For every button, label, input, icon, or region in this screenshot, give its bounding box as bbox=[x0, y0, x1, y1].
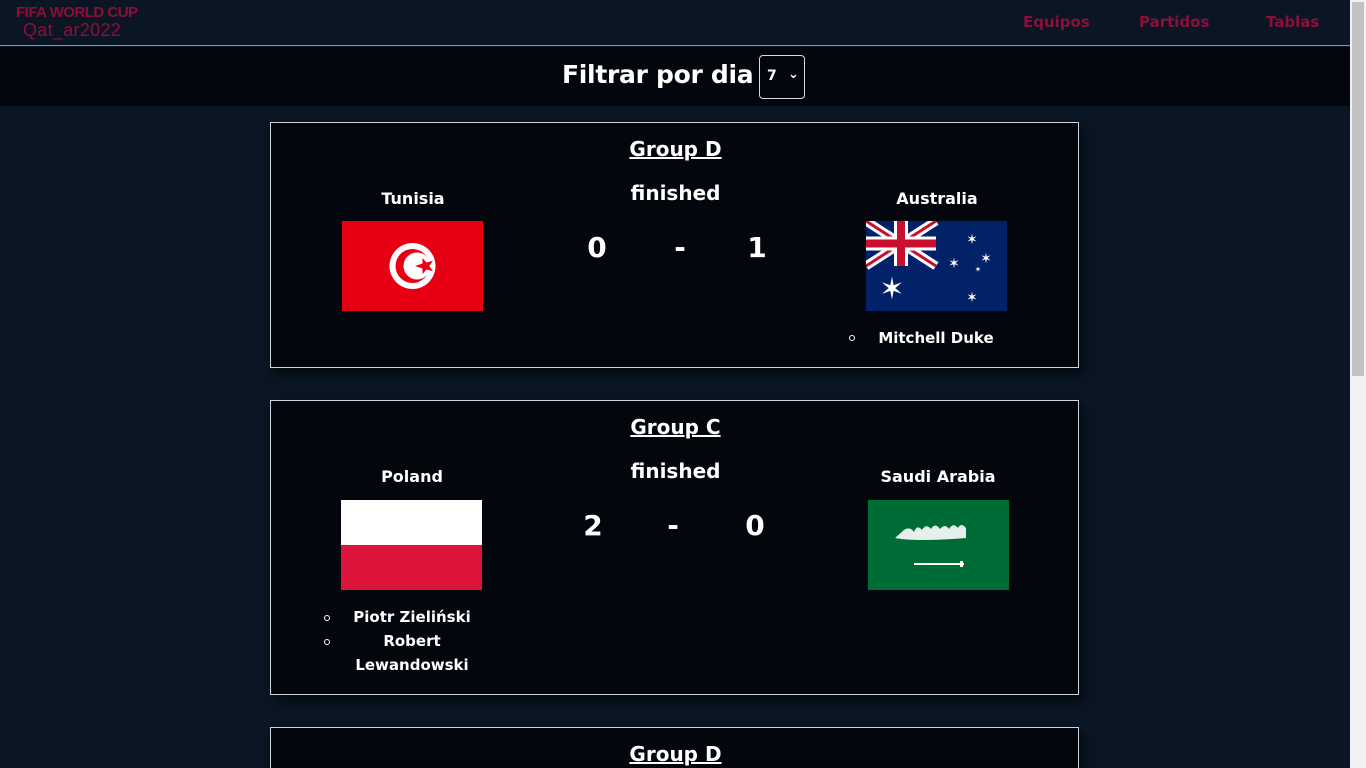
svg-text:✶: ✶ bbox=[879, 272, 904, 307]
away-team-name: Australia bbox=[896, 189, 978, 208]
home-scorer-continued: Lewandowski bbox=[355, 656, 469, 674]
away-score: 0 bbox=[745, 509, 765, 542]
fifa-world-cup-logo[interactable]: FIFA WORLD CUP Qat_ar2022 bbox=[16, 5, 138, 39]
home-team-name: Tunisia bbox=[381, 189, 445, 208]
home-scorer: Piotr Zieliński bbox=[353, 608, 471, 626]
home-scorer: Robert bbox=[383, 632, 441, 650]
scorer-bullet bbox=[849, 335, 855, 341]
australia-flag-icon: ✶ ✶ ✶ ✶ ✶ ✶ bbox=[866, 221, 1007, 311]
score-separator: - bbox=[674, 231, 686, 264]
scorer-bullet bbox=[324, 639, 330, 645]
filter-bar: Filtrar por dia 7 ⌄ bbox=[0, 47, 1350, 106]
score-separator: - bbox=[667, 509, 679, 542]
day-filter-value: 7 bbox=[767, 68, 777, 84]
logo-line-2: Qat_ar2022 bbox=[23, 20, 122, 40]
saudi-arabia-flag-icon bbox=[868, 500, 1009, 590]
logo-line-1: FIFA WORLD CUP bbox=[16, 4, 138, 21]
day-filter-select[interactable]: 7 ⌄ bbox=[759, 55, 805, 99]
away-scorer: Mitchell Duke bbox=[878, 329, 994, 347]
group-title: Group D bbox=[629, 742, 722, 766]
svg-text:✶: ✶ bbox=[948, 256, 960, 272]
poland-flag-icon bbox=[341, 500, 482, 590]
nav-link-tablas[interactable]: Tablas bbox=[1266, 13, 1319, 31]
filter-label: Filtrar por dia bbox=[562, 60, 754, 89]
home-team-name: Poland bbox=[381, 467, 443, 486]
tunisia-flag-icon bbox=[342, 221, 483, 311]
svg-text:✶: ✶ bbox=[966, 232, 978, 248]
svg-text:✶: ✶ bbox=[980, 251, 992, 267]
chevron-down-icon: ⌄ bbox=[788, 67, 799, 82]
match-card: Group D finished Tunisia 0 - 1 Australia… bbox=[270, 122, 1079, 368]
svg-text:✶: ✶ bbox=[975, 265, 982, 274]
nav-link-equipos[interactable]: Equipos bbox=[1023, 13, 1090, 31]
group-title: Group C bbox=[630, 415, 721, 439]
nav-link-partidos[interactable]: Partidos bbox=[1139, 13, 1209, 31]
home-score: 0 bbox=[587, 231, 607, 264]
match-card: Group D bbox=[270, 727, 1079, 768]
scorer-bullet bbox=[324, 615, 330, 621]
match-card: Group C finished Poland Piotr Zieliński … bbox=[270, 400, 1079, 695]
home-score: 2 bbox=[583, 509, 603, 542]
top-navbar: FIFA WORLD CUP Qat_ar2022 Equipos Partid… bbox=[0, 0, 1350, 46]
group-title: Group D bbox=[629, 137, 722, 161]
svg-text:✶: ✶ bbox=[966, 290, 978, 306]
away-score: 1 bbox=[747, 231, 767, 264]
scrollbar-thumb[interactable] bbox=[1352, 2, 1364, 376]
away-team-name: Saudi Arabia bbox=[880, 467, 996, 486]
